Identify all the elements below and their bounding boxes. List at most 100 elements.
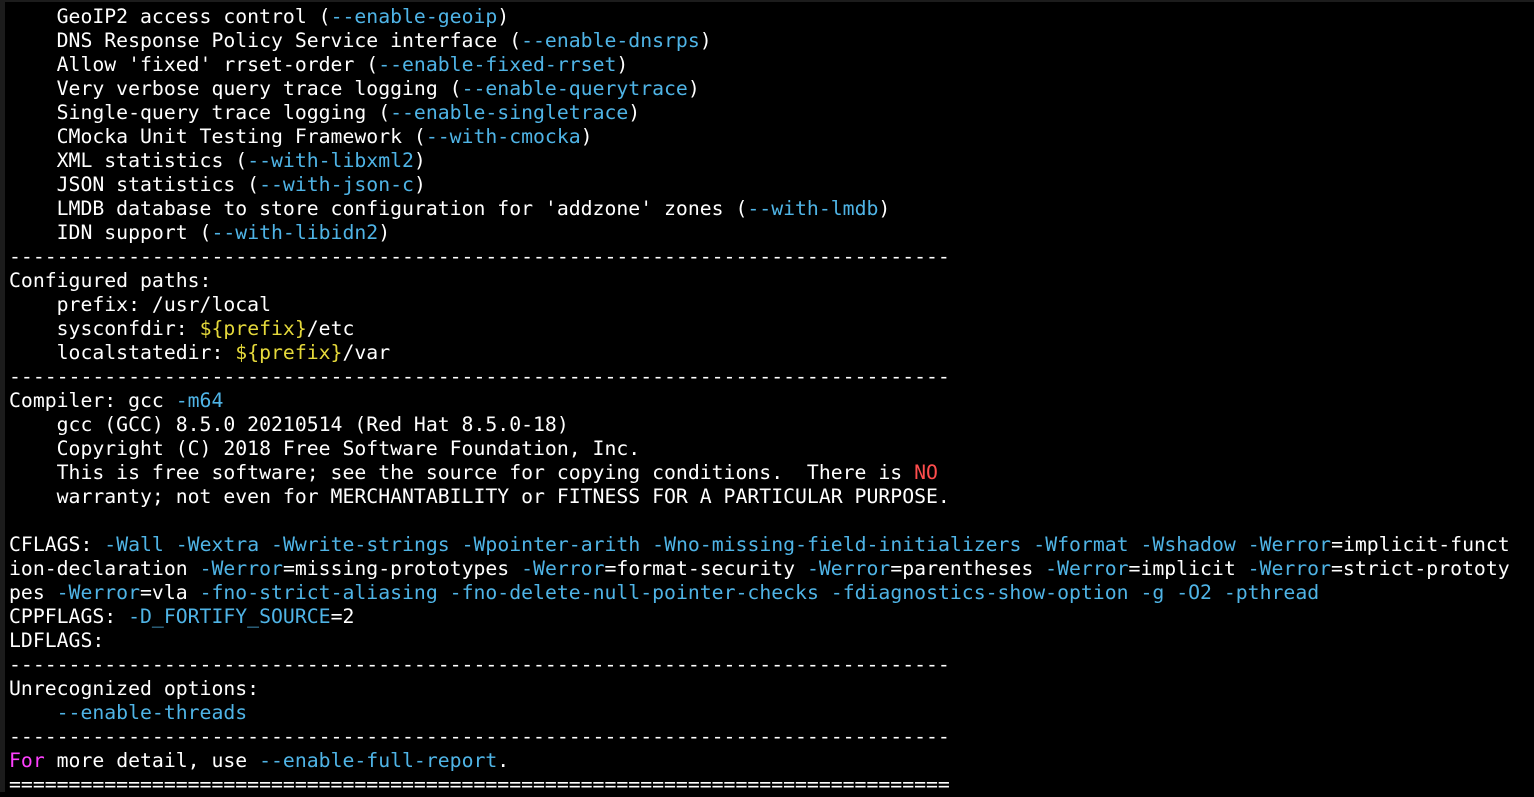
terminal-text-segment: -fno-strict-aliasing — [199, 581, 438, 604]
terminal-line: ion-declaration -Werror=missing-prototyp… — [9, 557, 1529, 581]
terminal-text-segment: -Wextra — [175, 533, 260, 556]
terminal-text-segment: ) — [878, 197, 891, 220]
terminal-text-segment: --enable-singletrace — [390, 101, 629, 124]
terminal-line: prefix: /usr/local — [9, 293, 1529, 317]
terminal-text-segment: -Werror — [1247, 557, 1332, 580]
terminal-text-segment: IDN support ( — [9, 221, 212, 244]
terminal-text-segment: -D_FORTIFY_SOURCE — [128, 605, 331, 628]
terminal-line: Single-query trace logging (--enable-sin… — [9, 101, 1529, 125]
terminal-line: LDFLAGS: — [9, 629, 1529, 653]
terminal-text-segment: CPPFLAGS: — [9, 605, 129, 628]
terminal-text-segment: =implicit-funct — [1331, 533, 1510, 556]
terminal-text-segment: --enable-threads — [9, 701, 248, 724]
terminal-line: DNS Response Policy Service interface (-… — [9, 29, 1529, 53]
terminal-text-segment: -Werror — [806, 557, 891, 580]
terminal-text-segment: CMocka Unit Testing Framework ( — [9, 125, 426, 148]
terminal-text-segment: ) — [413, 173, 426, 196]
terminal-text-segment: ) — [413, 149, 426, 172]
terminal-text-segment: This is free software; see the source fo… — [9, 461, 915, 484]
terminal-text-segment: ----------------------------------------… — [9, 365, 950, 388]
terminal-text-segment: LDFLAGS: — [9, 629, 105, 652]
terminal-text-segment: NO — [914, 461, 938, 484]
terminal-line: CMocka Unit Testing Framework (--with-cm… — [9, 125, 1529, 149]
terminal-text-segment: -Werror — [521, 557, 605, 580]
terminal-text-segment: -Werror — [1247, 533, 1332, 556]
terminal-text-segment: -fdiagnostics-show-option — [830, 581, 1129, 604]
terminal-text-segment: Unrecognized options: — [9, 677, 260, 700]
terminal-text-segment: =implicit — [1128, 557, 1248, 580]
terminal-text-segment: Very verbose query trace logging ( — [9, 77, 462, 100]
terminal-text-segment: --with-cmocka — [425, 125, 581, 148]
terminal-text-segment: --with-json-c — [259, 173, 414, 196]
terminal-text-segment: -m64 — [175, 389, 224, 412]
terminal-text-segment: ) — [497, 5, 510, 28]
terminal-text-segment: prefix: /usr/local — [9, 293, 272, 316]
terminal-line: This is free software; see the source fo… — [9, 461, 1529, 485]
terminal-text-segment: --enable-querytrace — [461, 77, 688, 100]
terminal-text-segment: sysconfdir: — [9, 317, 200, 340]
terminal-line: Compiler: gcc -m64 — [9, 389, 1529, 413]
terminal-line: gcc (GCC) 8.5.0 20210514 (Red Hat 8.5.0-… — [9, 413, 1529, 437]
terminal-text-segment: gcc (GCC) 8.5.0 20210514 (Red Hat 8.5.0-… — [9, 413, 569, 436]
terminal-line: pes -Werror=vla -fno-strict-aliasing -fn… — [9, 581, 1529, 605]
terminal-text-segment: =parentheses — [890, 557, 1046, 580]
terminal-text-segment: =strict-prototy — [1331, 557, 1510, 580]
terminal-text-segment: Configured paths: — [9, 269, 212, 292]
terminal-line: LMDB database to store configuration for… — [9, 197, 1529, 221]
terminal-text-segment: --enable-full-report — [259, 749, 498, 772]
terminal-text-segment: -pthread — [1223, 581, 1320, 604]
terminal-text-segment: more detail, use — [44, 749, 260, 772]
terminal-output[interactable]: GeoIP2 access control (--enable-geoip) D… — [9, 5, 1529, 797]
terminal-text-segment: ${prefix} — [235, 341, 343, 364]
terminal-text-segment: -g — [1140, 581, 1165, 604]
terminal-text-segment: ) — [378, 221, 391, 244]
terminal-window[interactable]: GeoIP2 access control (--enable-geoip) D… — [0, 0, 1534, 796]
terminal-line: ----------------------------------------… — [9, 365, 1529, 389]
terminal-line: Configured paths: — [9, 269, 1529, 293]
terminal-text-segment: ) — [699, 29, 712, 52]
terminal-text-segment: Allow 'fixed' rrset-order ( — [9, 53, 379, 76]
terminal-text-segment: --enable-fixed-rrset — [378, 53, 617, 76]
terminal-line: ----------------------------------------… — [9, 245, 1529, 269]
terminal-text-segment: -Wwrite-strings — [271, 533, 450, 556]
terminal-text-segment: -Wpointer-arith — [461, 533, 641, 556]
terminal-line: ----------------------------------------… — [9, 725, 1529, 749]
terminal-text-segment: -Wshadow — [1140, 533, 1236, 556]
terminal-text-segment: For — [9, 749, 45, 772]
terminal-text-segment: =missing-prototypes — [282, 557, 522, 580]
terminal-text-segment: JSON statistics ( — [9, 173, 260, 196]
terminal-line: Allow 'fixed' rrset-order (--enable-fixe… — [9, 53, 1529, 77]
terminal-text-segment: =2 — [330, 605, 355, 628]
terminal-text-segment: ) — [616, 53, 629, 76]
terminal-text-segment: /var — [342, 341, 391, 364]
terminal-text-segment: =format-security — [604, 557, 807, 580]
terminal-text-segment: ion-declaration — [9, 557, 200, 580]
terminal-text-segment: --with-libidn2 — [211, 221, 379, 244]
terminal-line: sysconfdir: ${prefix}/etc — [9, 317, 1529, 341]
terminal-text-segment: CFLAGS: — [9, 533, 105, 556]
window-left-edge — [0, 0, 5, 792]
terminal-text-segment: localstatedir: — [9, 341, 236, 364]
terminal-line: warranty; not even for MERCHANTABILITY o… — [9, 485, 1529, 509]
terminal-text-segment: Copyright (C) 2018 Free Software Foundat… — [9, 437, 641, 460]
terminal-line: IDN support (--with-libidn2) — [9, 221, 1529, 245]
terminal-text-segment: Single-query trace logging ( — [9, 101, 391, 124]
terminal-line: localstatedir: ${prefix}/var — [9, 341, 1529, 365]
terminal-line: ----------------------------------------… — [9, 653, 1529, 677]
terminal-line: CFLAGS: -Wall -Wextra -Wwrite-strings -W… — [9, 533, 1529, 557]
terminal-text-segment: --with-lmdb — [747, 197, 879, 220]
terminal-text-segment: GeoIP2 access control ( — [9, 5, 331, 28]
terminal-text-segment: ----------------------------------------… — [9, 725, 950, 748]
terminal-text-segment: ----------------------------------------… — [9, 653, 950, 676]
terminal-text-segment: ) — [687, 77, 700, 100]
terminal-text-segment: . — [497, 749, 510, 772]
terminal-text-segment: ----------------------------------------… — [9, 245, 950, 268]
